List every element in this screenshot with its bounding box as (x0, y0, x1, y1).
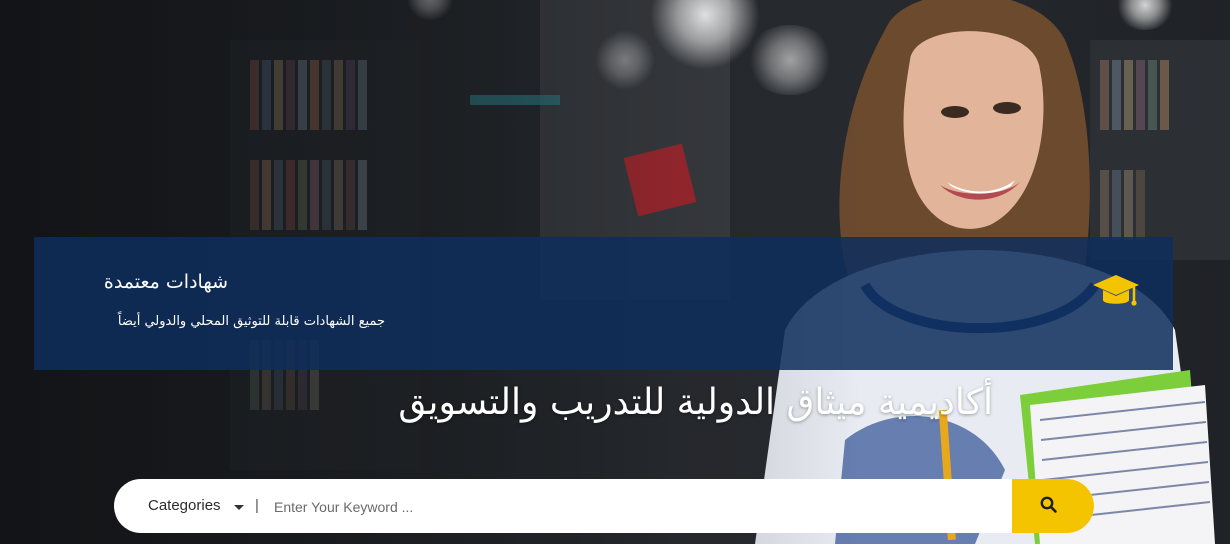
page-headline: أكاديمية ميثاق الدولية للتدريب والتسويق (398, 382, 993, 423)
search-button[interactable] (1012, 479, 1094, 533)
feature-banner: شهادات معتمدة جميع الشهادات قابلة للتوثي… (34, 237, 1173, 370)
search-input[interactable] (272, 492, 996, 522)
feature-title: شهادات معتمدة (103, 271, 228, 293)
search-bar: Categories | (114, 479, 1094, 533)
divider: | (255, 497, 259, 514)
category-label: Categories (148, 497, 221, 514)
graduation-cap-icon (1093, 275, 1139, 306)
chevron-down-icon[interactable] (234, 505, 244, 510)
category-dropdown[interactable]: Categories (148, 479, 221, 533)
search-icon (1040, 496, 1057, 513)
feature-description: جميع الشهادات قابلة للتوثيق المحلي والدو… (117, 314, 385, 329)
